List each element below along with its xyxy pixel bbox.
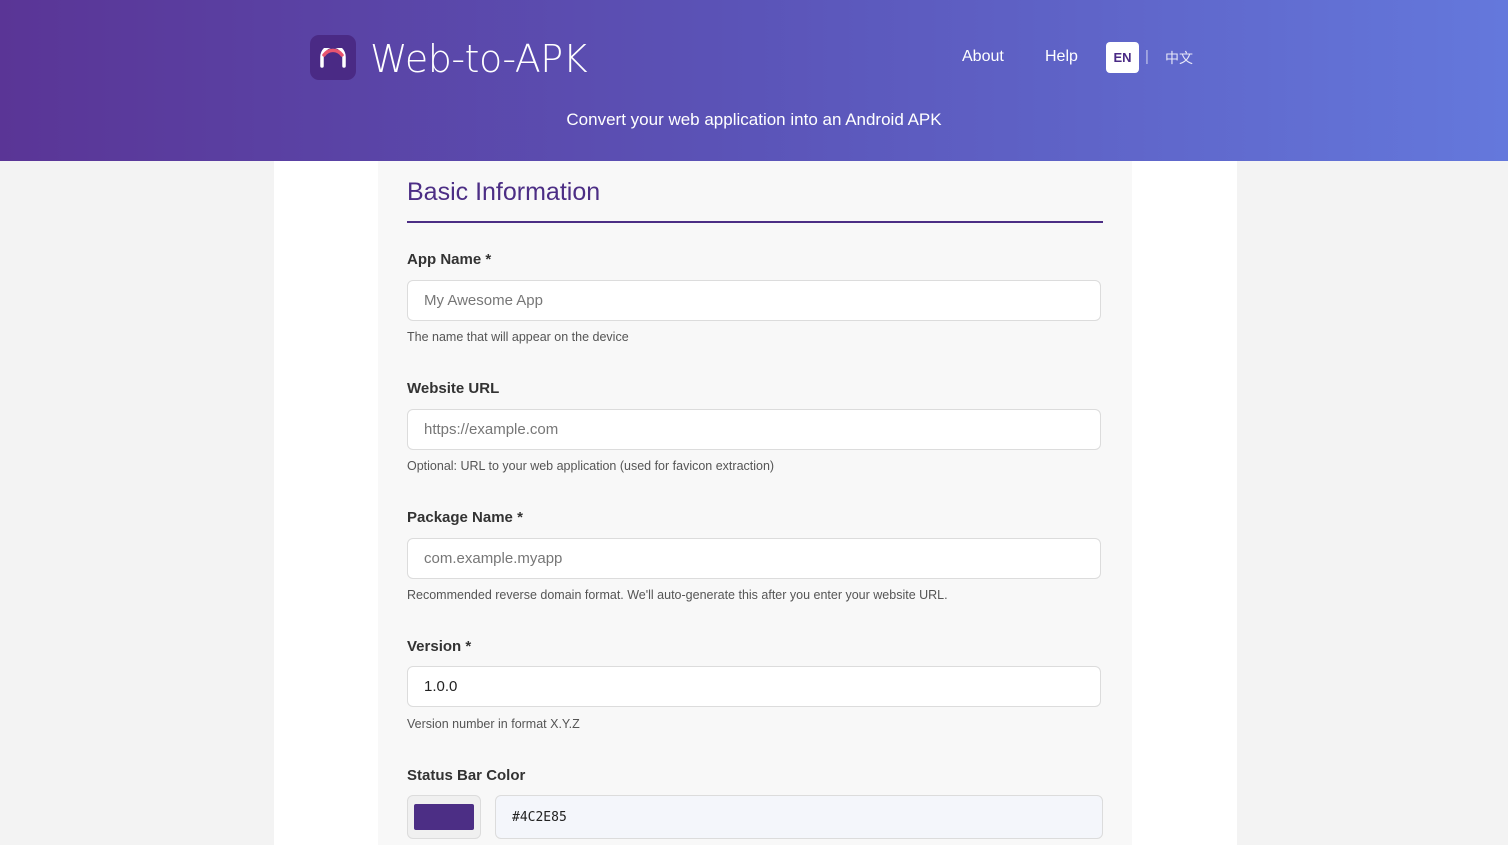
brand-title[interactable]: Web-to-APK <box>370 37 588 81</box>
logo[interactable] <box>310 35 356 80</box>
package-name-label: Package Name * <box>407 509 523 526</box>
lang-zh-button[interactable]: 中文 <box>1165 48 1193 68</box>
website-url-hint: Optional: URL to your web application (u… <box>407 459 775 473</box>
lang-separator: | <box>1145 48 1149 65</box>
package-name-hint: Recommended reverse domain format. We'll… <box>407 588 948 602</box>
app-name-input[interactable]: My Awesome App <box>407 280 1101 321</box>
version-hint: Version number in format X.Y.Z <box>407 717 580 731</box>
color-swatch <box>414 804 474 830</box>
section-title: Basic Information <box>407 178 601 206</box>
app-header: Web-to-APK About Help EN | 中文 Convert yo… <box>0 0 1508 161</box>
version-label: Version * <box>407 638 472 655</box>
color-picker[interactable] <box>407 795 481 839</box>
package-name-input[interactable]: com.example.myapp <box>407 538 1101 579</box>
website-url-label: Website URL <box>407 380 500 397</box>
version-input[interactable]: 1.0.0 <box>407 666 1101 707</box>
nav-help-link[interactable]: Help <box>1045 48 1078 66</box>
status-bar-color-label: Status Bar Color <box>407 767 526 784</box>
website-url-input[interactable]: https://example.com <box>407 409 1101 450</box>
header-tagline: Convert your web application into an And… <box>566 110 942 129</box>
lang-en-button[interactable]: EN <box>1106 42 1139 73</box>
section-divider <box>407 221 1103 223</box>
app-logo-icon <box>320 47 346 68</box>
status-bar-color-input[interactable]: #4C2E85 <box>495 795 1103 839</box>
nav-about-link[interactable]: About <box>962 48 1004 66</box>
app-name-hint: The name that will appear on the device <box>407 330 629 344</box>
app-name-label: App Name * <box>407 251 492 268</box>
